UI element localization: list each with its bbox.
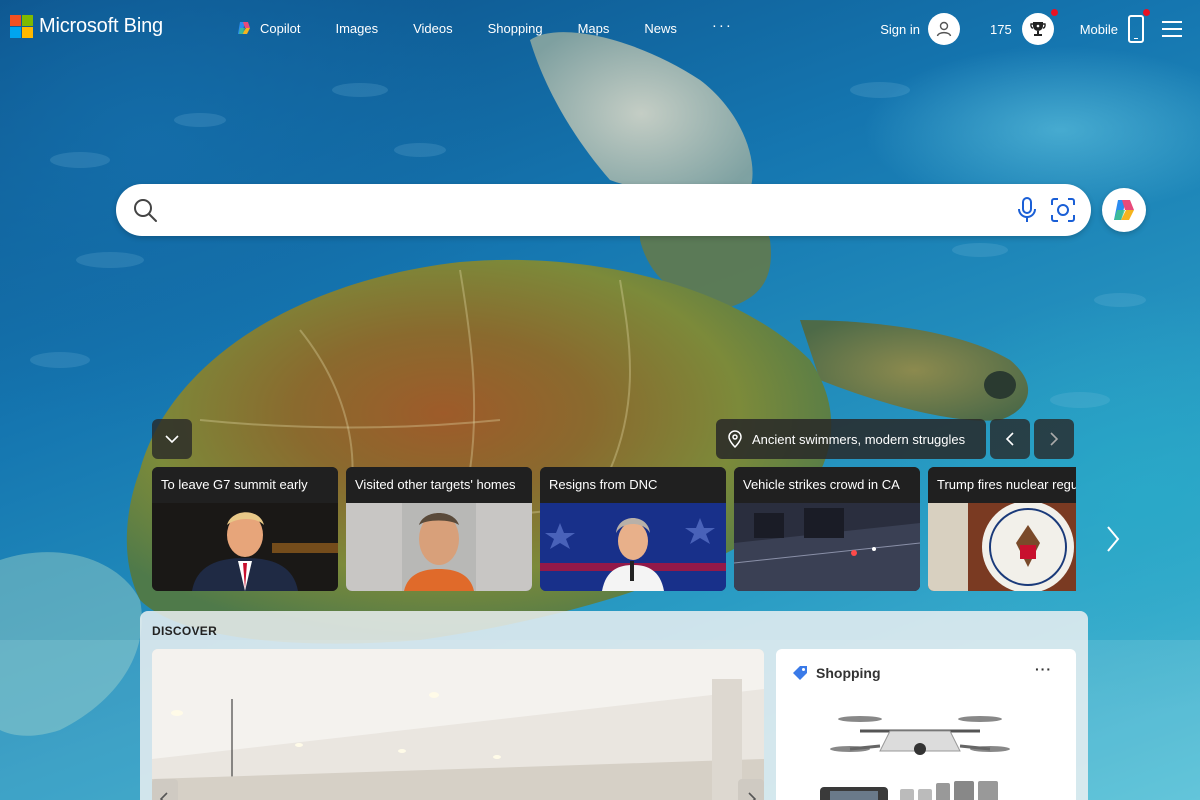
notification-dot (1050, 9, 1058, 16)
copilot-icon (1114, 200, 1134, 220)
top-nav: Copilot Images Videos Shopping Maps News… (236, 17, 733, 36)
news-card-title: Resigns from DNC (540, 467, 726, 503)
news-card[interactable]: Vehicle strikes crowd in CA (734, 467, 920, 591)
location-pin-icon (728, 430, 742, 448)
avatar-icon (928, 13, 960, 45)
discover-feature-card[interactable] (152, 649, 764, 800)
header-right: Sign in 175 Mobile (880, 9, 1200, 46)
copilot-icon (238, 22, 250, 34)
phone-icon (1128, 9, 1150, 43)
news-card-image (346, 503, 532, 591)
microphone-icon[interactable] (1017, 196, 1037, 224)
mobile-label: Mobile (1079, 21, 1118, 37)
copilot-button[interactable] (1102, 188, 1146, 232)
header: Microsoft Bing Copilot Images Videos Sho… (0, 0, 1200, 58)
nav-shopping-label: Shopping (487, 20, 543, 36)
collapse-feed-button[interactable] (152, 419, 192, 459)
price-tag-icon (793, 666, 807, 680)
chevron-left-icon (1005, 432, 1014, 446)
search-bar (116, 184, 1091, 236)
news-carousel: To leave G7 summit early Visited other t… (152, 467, 1076, 591)
sign-in-label: Sign in (880, 21, 920, 37)
search-input[interactable] (170, 194, 1010, 226)
image-caption: Ancient swimmers, modern struggles (752, 431, 966, 447)
visual-search-icon[interactable] (1049, 196, 1077, 224)
rewards-button[interactable]: 175 (990, 9, 1058, 45)
nav-images-label: Images (335, 20, 379, 36)
nav-copilot[interactable]: Copilot (236, 20, 300, 36)
image-info-button[interactable]: Ancient swimmers, modern struggles (716, 419, 986, 459)
nav-videos-label: Videos (413, 20, 453, 36)
news-card-image (928, 503, 1076, 591)
news-card-title: Visited other targets' homes (346, 467, 532, 503)
news-card-title: To leave G7 summit early (152, 467, 338, 503)
nav-maps[interactable]: Maps (578, 21, 610, 36)
shopping-card[interactable]: Shopping ··· (776, 649, 1076, 800)
trophy-icon (1021, 9, 1058, 45)
nav-shopping[interactable]: Shopping (488, 21, 543, 36)
rewards-points: 175 (990, 21, 1012, 37)
shopping-card-title: Shopping (816, 665, 881, 681)
shopping-more-button[interactable]: ··· (1035, 661, 1052, 677)
previous-image-button[interactable] (990, 419, 1030, 459)
nav-news-label: News (644, 20, 677, 36)
news-card-image (152, 503, 338, 591)
news-card[interactable]: Resigns from DNC (540, 467, 726, 591)
next-image-button[interactable] (1034, 419, 1074, 459)
interior-photo (152, 649, 764, 800)
discover-section: DISCOVER Shopping ··· (140, 611, 1088, 800)
news-card-title: Trump fires nuclear regulator (928, 467, 1076, 503)
sign-in-button[interactable]: Sign in (880, 13, 960, 45)
news-card-image (540, 503, 726, 591)
chevron-right-icon (1050, 432, 1059, 446)
nav-copilot-label: Copilot (260, 20, 301, 36)
nav-more-button[interactable]: ··· (712, 17, 733, 34)
discover-title: DISCOVER (152, 624, 218, 638)
news-card-title: Vehicle strikes crowd in CA (734, 467, 920, 503)
news-card[interactable]: Trump fires nuclear regulator (928, 467, 1076, 591)
nav-videos[interactable]: Videos (413, 21, 453, 36)
news-card[interactable]: Visited other targets' homes (346, 467, 532, 591)
chevron-down-icon (165, 435, 179, 444)
menu-icon[interactable] (1162, 21, 1182, 37)
nav-news[interactable]: News (644, 21, 677, 36)
microsoft-logo-icon (10, 15, 33, 38)
drone-product-image (820, 716, 1010, 800)
shopping-card-header: Shopping (792, 665, 881, 681)
notification-dot (1143, 9, 1150, 16)
logo-text: Microsoft Bing (39, 15, 163, 37)
nav-images[interactable]: Images (335, 21, 378, 36)
bing-logo[interactable]: Microsoft Bing (10, 15, 163, 38)
mobile-button[interactable]: Mobile (1079, 9, 1150, 43)
search-icon[interactable] (132, 197, 158, 223)
nav-maps-label: Maps (577, 20, 610, 36)
cards-next-chevron-icon[interactable] (1106, 523, 1120, 555)
news-card[interactable]: To leave G7 summit early (152, 467, 338, 591)
news-card-image (734, 503, 920, 591)
